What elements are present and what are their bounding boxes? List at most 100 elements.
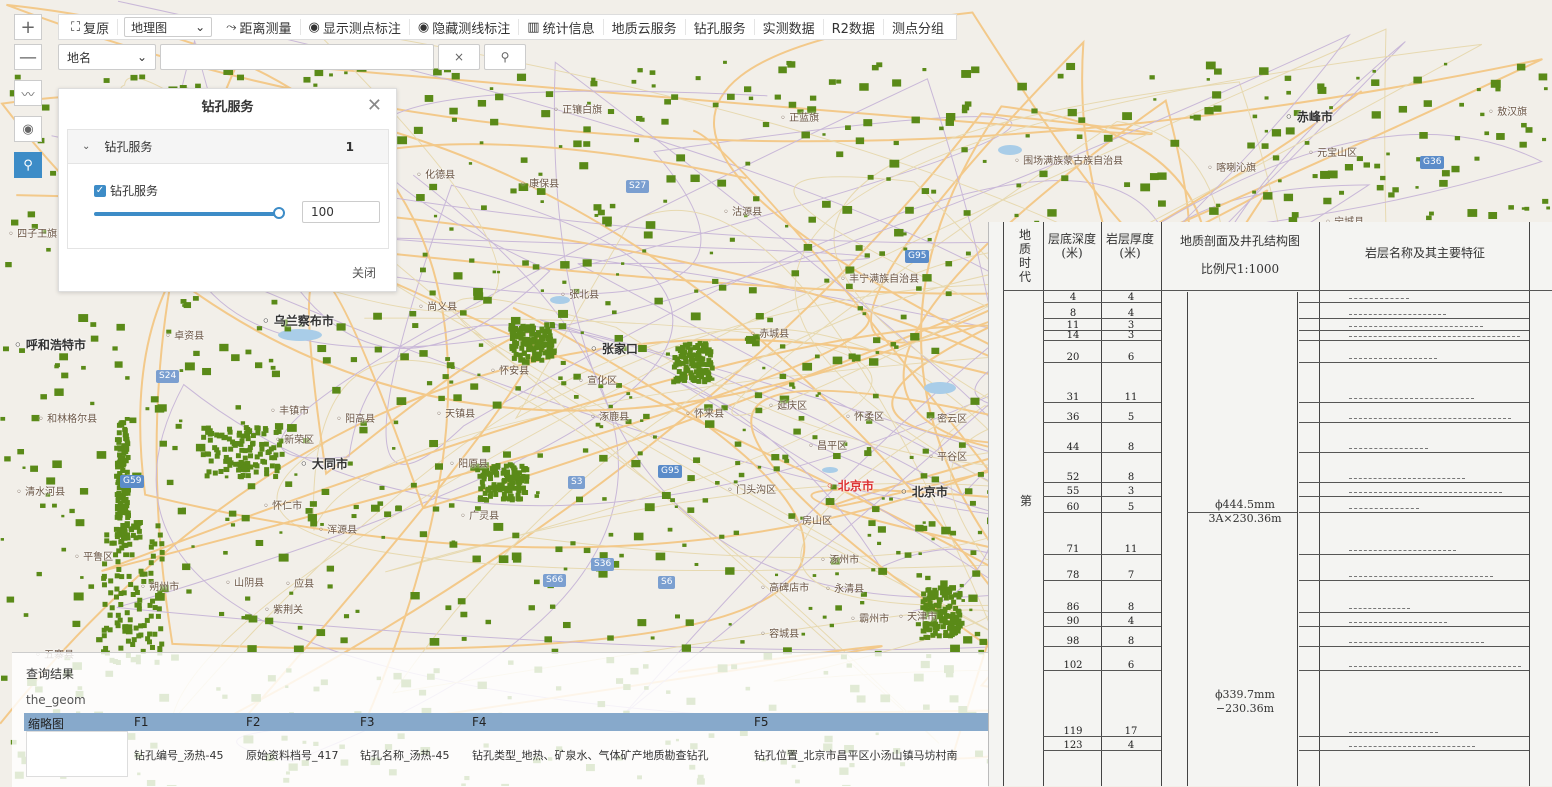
opacity-slider[interactable] bbox=[94, 212, 280, 216]
query-results-panel: 查询结果 the_geom 缩略图 F1 F2 F3 F4 F5 钻孔编号_汤热… bbox=[12, 652, 988, 787]
log-era-mark: 第 bbox=[1019, 494, 1033, 508]
main-toolbar: ⛶复原 地理图⌄ ⤳距离测量 ◉显示测点标注 ◉隐藏测线标注 ▥统计信息 地质云… bbox=[58, 14, 957, 40]
place-label: ◦ 四子王旗 bbox=[8, 225, 57, 240]
close-icon[interactable]: ✕ bbox=[367, 95, 382, 116]
zoom-in-button[interactable]: + bbox=[14, 14, 42, 40]
place-label: ◦ 呼和浩特市 bbox=[14, 336, 86, 353]
place-label: ◦ 涿州市 bbox=[820, 551, 859, 566]
place-label: ◦ 朔州市 bbox=[140, 578, 179, 593]
results-table-header: 缩略图 F1 F2 F3 F4 F5 bbox=[24, 713, 988, 731]
place-label: ◦ 怀来县 bbox=[685, 405, 724, 420]
hide-lines-button[interactable]: ◉隐藏测线标注 bbox=[410, 19, 519, 35]
log-row-rule bbox=[1043, 452, 1161, 453]
log-row-rule bbox=[1299, 330, 1529, 331]
log-row-rule bbox=[1299, 554, 1529, 555]
log-header-rule bbox=[1003, 290, 1552, 291]
results-title: 查询结果 bbox=[26, 665, 74, 682]
log-well-diameter-2: ϕ339.7mm bbox=[1195, 688, 1295, 702]
place-label: ◦ 平鲁区 bbox=[74, 548, 113, 563]
drill-service-button[interactable]: 钻孔服务 bbox=[686, 19, 755, 35]
road-shield: S66 bbox=[543, 574, 566, 587]
show-points-button[interactable]: ◉显示测点标注 bbox=[301, 19, 410, 35]
road-shield: S36 bbox=[591, 558, 614, 571]
log-row-rule bbox=[1043, 340, 1161, 341]
place-label: ◦ 丰镇市 bbox=[270, 402, 309, 417]
layer-group-header[interactable]: ⌄ 钻孔服务 1 bbox=[68, 130, 388, 164]
log-row-rule bbox=[1299, 318, 1529, 319]
map-type-select[interactable]: 地理图⌄ bbox=[124, 17, 212, 37]
point-group-button[interactable]: 测点分组 bbox=[884, 19, 952, 35]
stats-label: 统计信息 bbox=[543, 18, 595, 37]
log-description-stroke bbox=[1349, 622, 1447, 623]
place-label: ◦ 山阴县 bbox=[225, 574, 264, 589]
log-row-rule bbox=[1043, 422, 1161, 423]
search-button[interactable]: ⚲ bbox=[484, 44, 526, 70]
place-label: ◦ 高碑店市 bbox=[760, 579, 809, 594]
target-icon: ◉ bbox=[22, 122, 33, 137]
drill-service-panel: 钻孔服务✕ ⌄ 钻孔服务 1 ✓ 钻孔服务 100 关闭 bbox=[58, 88, 397, 292]
search-input[interactable] bbox=[160, 44, 434, 70]
place-label: ◦ 天镇县 bbox=[436, 405, 475, 420]
opacity-slider-handle[interactable] bbox=[273, 207, 285, 219]
search-tool-button[interactable]: ⚲ bbox=[14, 152, 42, 178]
geo-cloud-button[interactable]: 地质云服务 bbox=[604, 19, 686, 35]
log-column-border bbox=[1101, 222, 1102, 786]
log-row-rule bbox=[1043, 580, 1161, 581]
zoom-out-button[interactable]: — bbox=[14, 44, 42, 70]
log-column-border bbox=[1319, 222, 1320, 786]
place-label: ◦ 门头沟区 bbox=[727, 481, 776, 496]
search-type-select[interactable]: 地名⌄ bbox=[58, 44, 156, 70]
search-icon: ⚲ bbox=[501, 50, 510, 64]
place-label: ◦ 沽源县 bbox=[723, 203, 762, 218]
log-description-stroke bbox=[1349, 576, 1493, 577]
table-row[interactable]: 钻孔编号_汤热-45 原始资料档号_417 钻孔名称_汤热-45 钻孔类型_地热… bbox=[24, 745, 988, 769]
place-label: ◦ 密云区 bbox=[928, 410, 967, 425]
cell-f4: 钻孔类型_地热、矿泉水、气体矿产地质勘查钻孔 bbox=[472, 747, 709, 763]
place-label: ◦ 元宝山区 bbox=[1308, 144, 1357, 159]
borehole-log-image: 地质时代层底深度(米)岩层厚度(米)地质剖面及井孔结构图比例尺1:1000岩层名… bbox=[988, 222, 1552, 786]
stats-button[interactable]: ▥统计信息 bbox=[519, 19, 603, 35]
log-header-thickness: 岩层厚度(米) bbox=[1105, 232, 1155, 260]
log-column-border bbox=[1043, 222, 1044, 786]
log-row-rule bbox=[1043, 750, 1161, 751]
measure-line-button[interactable]: 〰 bbox=[14, 80, 42, 106]
log-row-rule bbox=[1299, 402, 1529, 403]
place-label: ◦ 张北县 bbox=[560, 286, 599, 301]
log-row-rule bbox=[1043, 512, 1161, 513]
place-label: ◦ 应县 bbox=[285, 575, 314, 590]
log-column-border bbox=[1161, 222, 1162, 786]
log-description-stroke bbox=[1349, 298, 1409, 299]
locate-button[interactable]: ◉ bbox=[14, 116, 42, 142]
clear-search-button[interactable]: × bbox=[438, 44, 480, 70]
search-icon: ⚲ bbox=[23, 158, 33, 173]
log-row-rule bbox=[1043, 482, 1161, 483]
log-row-rule bbox=[1299, 302, 1529, 303]
layer-checkbox[interactable]: ✓ bbox=[94, 185, 106, 197]
log-description-stroke bbox=[1349, 608, 1410, 609]
place-label: ◦ 延庆区 bbox=[768, 397, 807, 412]
distance-button[interactable]: ⤳距离测量 bbox=[218, 19, 300, 35]
place-label: ◦ 张家口 bbox=[590, 340, 638, 357]
log-description-stroke bbox=[1349, 732, 1438, 733]
place-label: ◦ 昌平区 bbox=[808, 437, 847, 452]
log-row-rule bbox=[1043, 554, 1161, 555]
log-row-rule bbox=[1299, 580, 1529, 581]
log-well-diameter-1: ϕ444.5mm bbox=[1195, 498, 1295, 512]
log-row-rule bbox=[1043, 318, 1161, 319]
log-header-depth: 层底深度(米) bbox=[1047, 232, 1097, 260]
log-description-stroke bbox=[1349, 336, 1520, 337]
distance-label: 距离测量 bbox=[240, 18, 292, 37]
log-row-rule bbox=[1299, 646, 1529, 647]
log-row-rule bbox=[1043, 302, 1161, 303]
map-type-value: 地理图 bbox=[131, 19, 167, 36]
log-row-rule bbox=[1043, 646, 1161, 647]
reset-button[interactable]: ⛶复原 bbox=[63, 19, 118, 35]
log-description-stroke bbox=[1349, 550, 1456, 551]
log-description-stroke bbox=[1349, 492, 1502, 493]
chevron-down-icon: ⌄ bbox=[137, 50, 147, 64]
opacity-input[interactable]: 100 bbox=[302, 201, 380, 223]
close-button[interactable]: 关闭 bbox=[352, 264, 376, 281]
measured-data-button[interactable]: 实测数据 bbox=[755, 19, 824, 35]
log-header-scale: 比例尺1:1000 bbox=[1165, 262, 1315, 276]
r2-data-button[interactable]: R2数据 bbox=[824, 19, 884, 35]
